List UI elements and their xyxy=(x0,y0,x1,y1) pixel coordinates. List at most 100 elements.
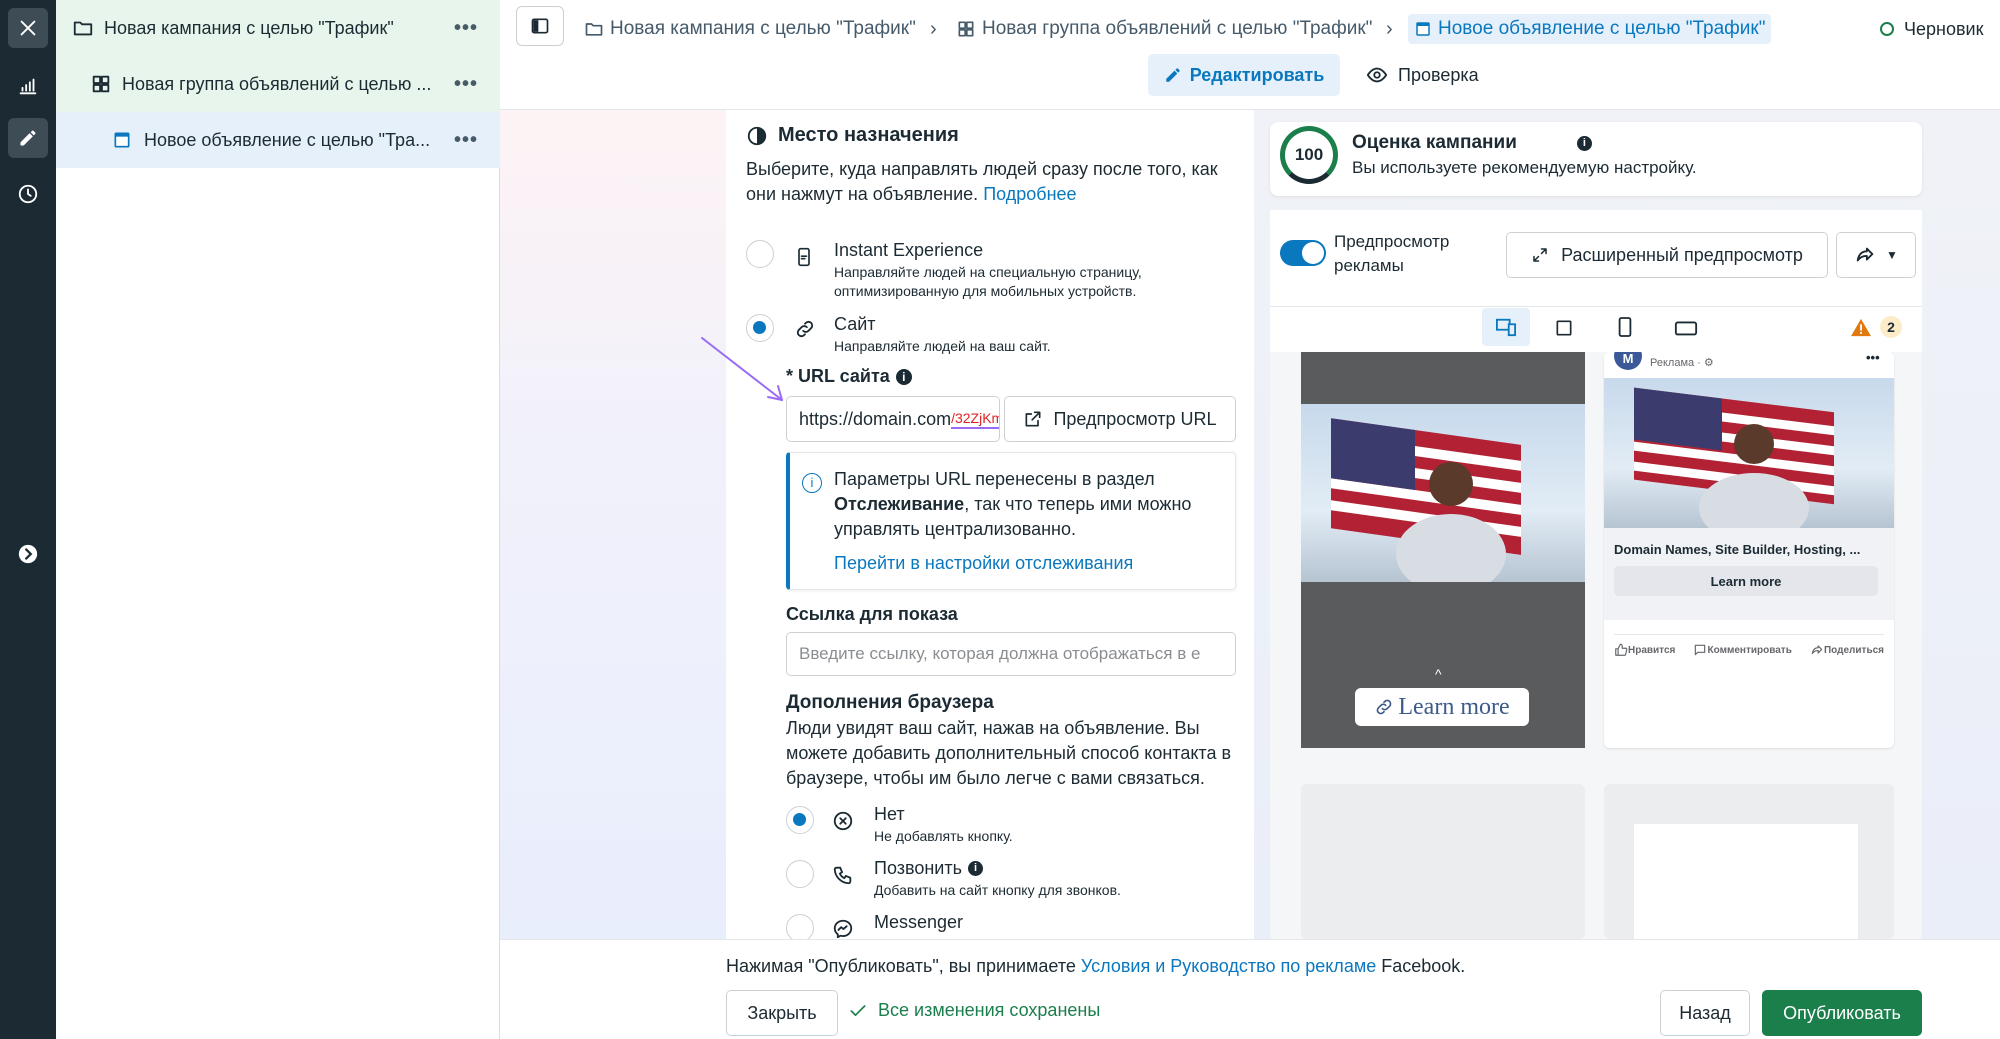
ad-preview-card: Предпросмотр рекламы Расширенный предпро… xyxy=(1270,210,1922,939)
more-icon[interactable]: ••• xyxy=(454,73,478,96)
tab-edit[interactable]: Редактировать xyxy=(1148,54,1340,96)
score-description: Вы используете рекомендуемую настройку. xyxy=(1352,158,1697,177)
option-desc: Направляйте людей на ваш сайт. xyxy=(834,338,1051,354)
save-status: Все изменения сохранены xyxy=(848,1000,1100,1021)
button-label: Расширенный предпросмотр xyxy=(1561,244,1803,265)
option-instant-experience: Instant Experience Направляйте людей на … xyxy=(834,238,1142,301)
tab-mobile[interactable] xyxy=(1616,316,1634,343)
radio-messenger[interactable] xyxy=(786,914,814,939)
comment-action[interactable]: Комментировать xyxy=(1693,643,1792,657)
feed-cta-button[interactable]: Learn more xyxy=(1614,566,1878,596)
button-label: Назад xyxy=(1679,1002,1731,1023)
score-title-row: Оценка кампании i xyxy=(1352,132,1592,154)
edit-mode-button[interactable] xyxy=(8,118,48,158)
breadcrumb-label: Новая группа объявлений с целью "Трафик" xyxy=(982,18,1373,39)
checkmark-icon xyxy=(850,1004,866,1016)
ad-image xyxy=(1604,378,1894,543)
destination-section-header: Место назначения xyxy=(746,124,959,147)
external-link-icon xyxy=(1025,411,1041,427)
action-label: Поделиться xyxy=(1823,644,1884,656)
folder-icon xyxy=(73,21,93,36)
publish-button[interactable]: Опубликовать xyxy=(1762,990,1922,1036)
tree-item-ad[interactable]: Новое объявление с целью "Тра... ••• xyxy=(56,112,500,168)
feed-ad-preview: M Реклама · ⚙ ••• Domain Names, Site Bui… xyxy=(1604,352,1894,748)
option-title: Instant Experience xyxy=(834,240,984,260)
breadcrumb-ad[interactable]: Новое объявление с целью "Трафик" xyxy=(1408,14,1772,44)
input-placeholder: Введите ссылку, которая должна отображат… xyxy=(799,644,1201,663)
learn-more-link[interactable]: Подробнее xyxy=(983,184,1076,204)
score-value: 100 xyxy=(1294,145,1324,164)
label-text: * URL сайта xyxy=(786,366,890,386)
info-rest: , так что теперь ими можно xyxy=(964,494,1192,514)
preview-url-button[interactable]: Предпросмотр URL xyxy=(1004,396,1236,442)
ad-guidelines-link[interactable]: Руководство по рекламе xyxy=(1170,956,1376,976)
option-desc: Добавить на сайт кнопку для звонков. xyxy=(874,882,1121,898)
tracking-settings-link[interactable]: Перейти в настройки отслеживания xyxy=(834,551,1133,576)
landscape-format-icon xyxy=(1674,321,1698,336)
option-desc: Направляйте людей на специальную страниц… xyxy=(834,264,1142,280)
warning-count: 2 xyxy=(1880,316,1902,338)
footer-bar: Нажимая "Опубликовать", вы принимаете Ус… xyxy=(500,939,2000,1039)
ad-icon xyxy=(114,132,130,148)
like-action[interactable]: Нравится xyxy=(1614,643,1675,657)
close-button[interactable]: Закрыть xyxy=(726,990,838,1036)
info-text: Параметры URL перенесены в раздел Отслеж… xyxy=(834,467,1234,542)
tab-all-devices[interactable] xyxy=(1482,308,1530,346)
desc-line: браузере, чтобы им было легче с вами свя… xyxy=(786,768,1205,788)
share-dropdown-button[interactable]: ▼ xyxy=(1836,232,1916,278)
display-link-input[interactable]: Введите ссылку, которая должна отображат… xyxy=(786,632,1236,676)
comment-icon xyxy=(1695,644,1706,656)
breadcrumb-label: Новая кампания с целью "Трафик" xyxy=(610,18,916,39)
terms-link[interactable]: Условия xyxy=(1081,956,1150,976)
sponsored-label: Реклама · ⚙ xyxy=(1650,357,1714,369)
radio-none[interactable] xyxy=(786,806,814,834)
toggle-sidebar-button[interactable] xyxy=(516,6,564,46)
more-icon[interactable]: ••• xyxy=(1866,352,1880,365)
preview-toggle[interactable] xyxy=(1280,240,1326,266)
warnings-badge[interactable]: 2 xyxy=(1850,316,1902,338)
advanced-preview-button[interactable]: Расширенный предпросмотр xyxy=(1506,232,1828,278)
sidebar-icon xyxy=(531,18,549,34)
breadcrumb-campaign[interactable]: Новая кампания с целью "Трафик" xyxy=(584,14,916,44)
grid-icon xyxy=(92,75,110,93)
pencil-icon xyxy=(20,130,36,146)
story-cta-button[interactable]: Learn more xyxy=(1355,688,1529,726)
feed-headline: Domain Names, Site Builder, Hosting, ... xyxy=(1614,542,1861,557)
desc-line: Люди увидят ваш сайт, нажав на объявлени… xyxy=(786,718,1200,738)
tab-review[interactable]: Проверка xyxy=(1366,54,1496,96)
cta-label: Learn more xyxy=(1710,573,1782,589)
tree-item-campaign[interactable]: Новая кампания с целью "Трафик" ••• xyxy=(56,0,500,56)
back-button[interactable]: Назад xyxy=(1660,990,1750,1036)
link-icon xyxy=(1376,699,1392,715)
avatar: M xyxy=(1614,352,1642,370)
url-params-info-box: i Параметры URL перенесены в раздел Отсл… xyxy=(786,452,1236,590)
phone-icon xyxy=(833,866,852,885)
more-icon[interactable]: ••• xyxy=(454,129,478,152)
label-line: Предпросмотр xyxy=(1334,232,1450,251)
section-title: Место назначения xyxy=(778,124,959,146)
breadcrumb-adset[interactable]: Новая группа объявлений с целью "Трафик" xyxy=(956,14,1372,44)
info-line: Параметры URL перенесены в раздел xyxy=(834,469,1155,489)
reports-button[interactable] xyxy=(8,66,48,106)
left-rail xyxy=(0,0,56,1039)
tab-square[interactable] xyxy=(1554,318,1574,343)
url-input[interactable]: https://domain.com /32ZjKm xyxy=(786,396,1000,442)
share-action[interactable]: Поделиться xyxy=(1810,643,1884,657)
chevron-right-circle-icon xyxy=(18,544,38,564)
preview-placeholder-inner xyxy=(1634,824,1858,939)
toggle-knob xyxy=(1302,242,1324,264)
info-icon[interactable]: i xyxy=(1576,135,1592,151)
more-icon[interactable]: ••• xyxy=(454,17,478,40)
tree-item-adset[interactable]: Новая группа объявлений с целью ... ••• xyxy=(56,56,500,112)
radio-call[interactable] xyxy=(786,860,814,888)
cta-label: Learn more xyxy=(1398,693,1510,720)
tree-item-label: Новая кампания с целью "Трафик" xyxy=(104,17,394,38)
expand-panel-button[interactable] xyxy=(8,534,48,574)
radio-instant-experience[interactable] xyxy=(746,240,774,268)
history-button[interactable] xyxy=(8,174,48,214)
label-line: рекламы xyxy=(1334,256,1404,275)
browser-addons-title: Дополнения браузера xyxy=(786,692,994,713)
display-link-label: Ссылка для показа xyxy=(786,604,958,624)
tab-landscape[interactable] xyxy=(1674,318,1698,343)
close-button[interactable] xyxy=(8,8,48,48)
